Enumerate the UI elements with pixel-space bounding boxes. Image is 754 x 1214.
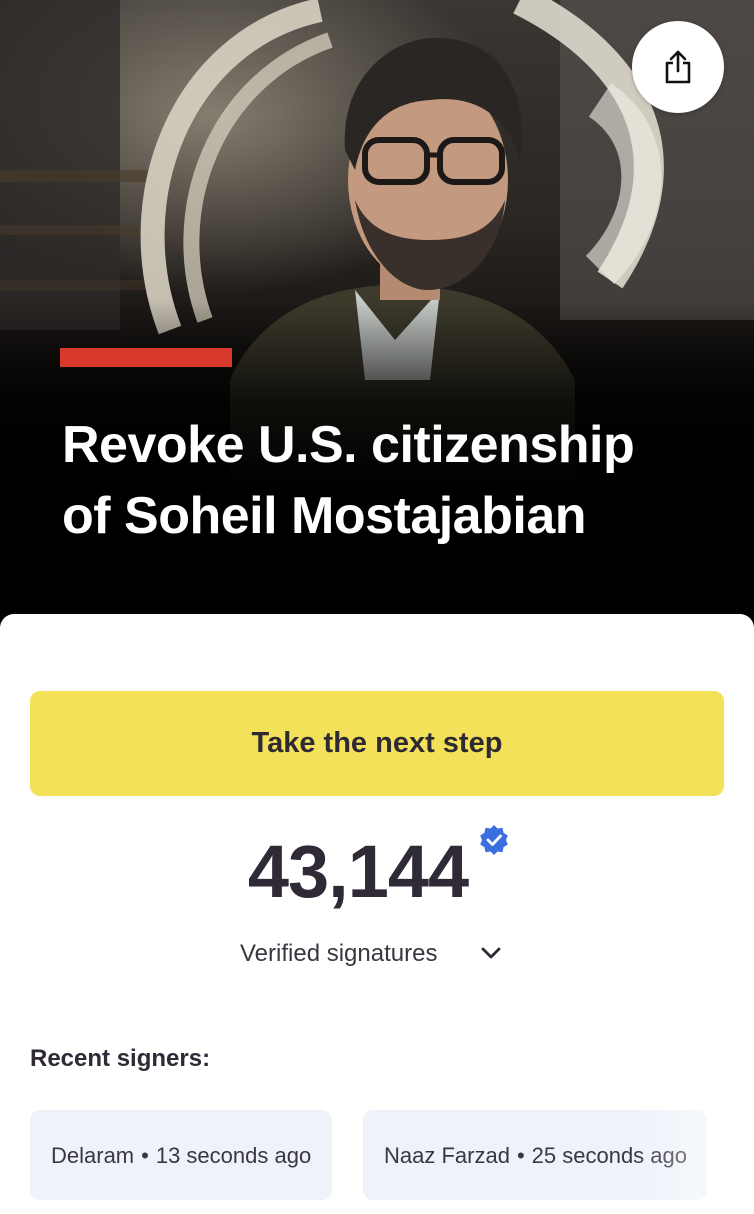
hero-banner: Revoke U.S. citizenship of Soheil Mostaj… xyxy=(0,0,754,640)
recent-signers-heading: Recent signers: xyxy=(30,1045,211,1072)
signer-time: 13 seconds ago xyxy=(155,1143,312,1168)
take-next-step-button[interactable]: Take the next step xyxy=(30,691,724,796)
separator-dot: • xyxy=(141,1143,149,1168)
petition-title-line-1: Revoke U.S. citizenship xyxy=(62,416,635,474)
petition-title: Revoke U.S. citizenship of Soheil Mostaj… xyxy=(62,410,712,552)
verified-badge-icon xyxy=(480,825,508,855)
share-button[interactable] xyxy=(632,21,724,113)
share-icon xyxy=(665,50,691,84)
signer-card: Delaram • 13 seconds ago xyxy=(30,1110,332,1200)
accent-bar xyxy=(60,348,232,367)
petition-title-line-2: of Soheil Mostajabian xyxy=(62,487,587,545)
signer-name: Delaram xyxy=(51,1143,135,1168)
signer-name: Naaz Farzad xyxy=(384,1143,510,1168)
chevron-down-icon xyxy=(481,947,501,959)
expand-signatures-button[interactable] xyxy=(480,942,502,964)
verified-signatures-label[interactable]: Verified signatures xyxy=(240,940,437,968)
petition-card: Take the next step 43,144 Verified signa… xyxy=(0,614,754,1214)
signer-card: Naaz Farzad • 25 seconds ago xyxy=(363,1110,707,1200)
signature-count: 43,144 xyxy=(247,830,469,913)
separator-dot: • xyxy=(516,1143,525,1168)
signer-time: 25 seconds ago xyxy=(531,1143,687,1168)
